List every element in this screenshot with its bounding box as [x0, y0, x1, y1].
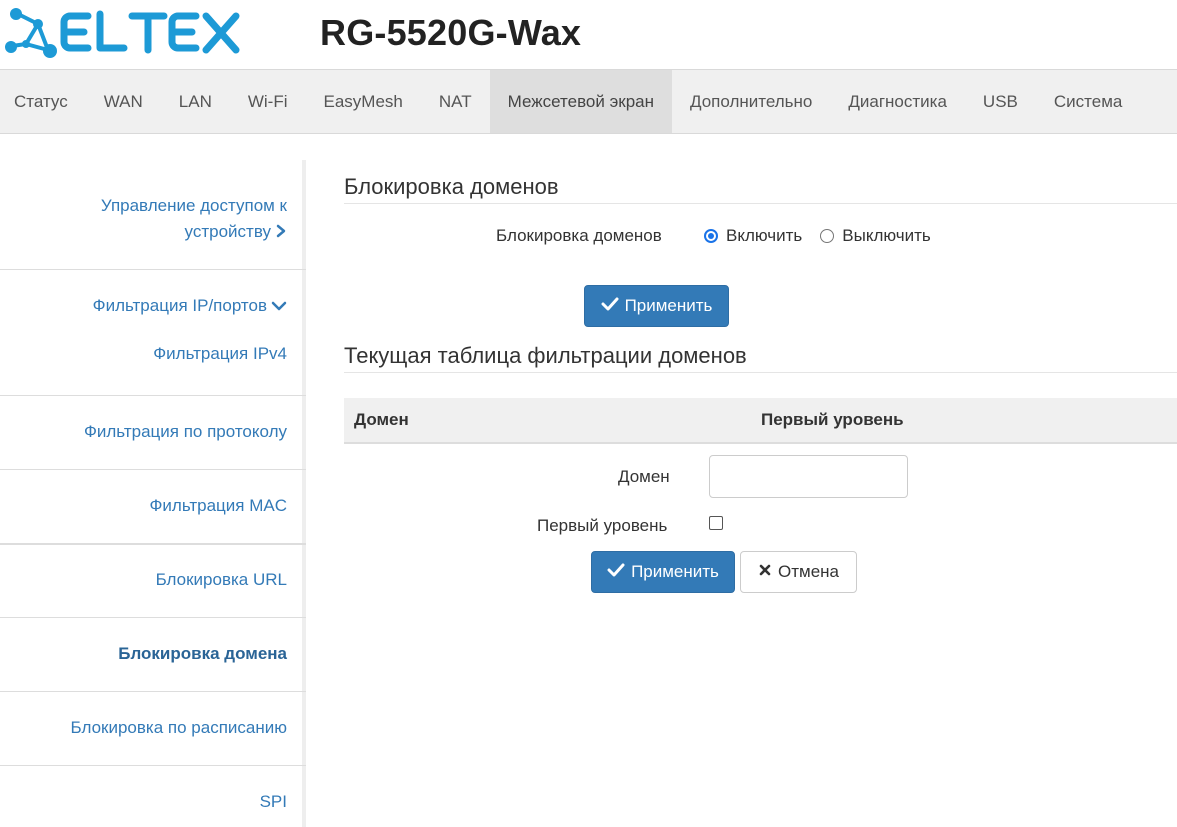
nav-wifi[interactable]: Wi-Fi — [230, 70, 306, 133]
nav-status[interactable]: Статус — [0, 70, 86, 133]
cancel-button[interactable]: Отмена — [740, 551, 857, 593]
apply-button-domain-block[interactable]: Применить — [584, 285, 729, 327]
sidebar-item-domain-block[interactable]: Блокировка домена — [0, 618, 306, 692]
sidebar-item-schedule-block[interactable]: Блокировка по расписанию — [0, 692, 306, 766]
domain-field-label: Домен — [618, 467, 670, 486]
section-title-domain-table: Текущая таблица фильтрации доменов — [344, 343, 747, 368]
sidebar-item-ip-port-filter[interactable]: Фильтрация IP/портов — [0, 296, 287, 317]
sidebar: Управление доступом к устройству Фильтра… — [0, 160, 306, 827]
nav-nat[interactable]: NAT — [421, 70, 490, 133]
nav-lan[interactable]: LAN — [161, 70, 230, 133]
sidebar-item-mac-filter[interactable]: Фильтрация MAC — [0, 470, 306, 544]
chevron-down-icon — [271, 297, 287, 317]
radio-group-domain-block: Включить Выключить — [704, 226, 931, 246]
close-icon — [758, 562, 772, 582]
nav-easymesh[interactable]: EasyMesh — [306, 70, 421, 133]
first-level-checkbox[interactable] — [709, 516, 723, 530]
radio-enable-label[interactable]: Включить — [726, 226, 802, 246]
apply-button-label: Применить — [624, 296, 713, 315]
sidebar-item-label: SPI — [259, 792, 287, 811]
check-icon — [601, 296, 619, 316]
sidebar-item-label: Блокировка по расписанию — [70, 718, 287, 737]
device-model-title: RG-5520G-Wax — [320, 12, 582, 53]
nav-firewall[interactable]: Межсетевой экран — [489, 70, 672, 133]
sidebar-group-ip-port-filter: Фильтрация IP/портов Фильтрация IPv4 — [0, 270, 306, 396]
sidebar-item-spi[interactable]: SPI — [0, 766, 306, 827]
domain-table-header: Домен Первый уровень — [344, 398, 1177, 444]
chevron-right-icon — [275, 223, 287, 243]
radio-disable[interactable] — [820, 229, 835, 243]
apply-button-domain-table[interactable]: Применить — [591, 551, 735, 593]
sidebar-item-label: Блокировка URL — [155, 570, 287, 589]
nav-system[interactable]: Система — [1036, 70, 1140, 133]
nav-usb[interactable]: USB — [965, 70, 1036, 133]
sidebar-item-device-access[interactable]: Управление доступом к устройству — [0, 160, 306, 270]
section-title-domain-block: Блокировка доменов — [344, 174, 559, 199]
sidebar-item-label: устройству — [184, 222, 271, 241]
header: RG-5520G-Wax — [0, 0, 1177, 70]
radio-enable[interactable] — [704, 229, 718, 243]
nav-advanced[interactable]: Дополнительно — [672, 70, 830, 133]
sidebar-item-label: Фильтрация MAC — [149, 496, 287, 515]
column-header-first-level: Первый уровень — [761, 410, 904, 429]
nav-diagnostics[interactable]: Диагностика — [830, 70, 965, 133]
domain-block-label: Блокировка доменов — [496, 226, 662, 245]
eltex-logo[interactable] — [4, 6, 244, 58]
radio-disable-label[interactable]: Выключить — [842, 226, 930, 246]
divider — [344, 203, 1177, 204]
column-header-domain: Домен — [354, 410, 409, 429]
sidebar-item-protocol-filter[interactable]: Фильтрация по протоколу — [0, 396, 306, 470]
sidebar-item-label: Фильтрация по протоколу — [83, 422, 287, 441]
sidebar-item-url-block[interactable]: Блокировка URL — [0, 544, 306, 618]
cancel-button-label: Отмена — [778, 562, 839, 581]
sidebar-item-ipv4-filter[interactable]: Фильтрация IPv4 — [0, 344, 287, 364]
top-nav: Статус WAN LAN Wi-Fi EasyMesh NAT Межсет… — [0, 69, 1177, 134]
sidebar-item-label: Управление доступом к — [100, 196, 287, 215]
apply-button-label: Применить — [631, 562, 719, 581]
sidebar-item-label: Фильтрация IP/портов — [92, 296, 267, 315]
first-level-label: Первый уровень — [537, 516, 668, 535]
nav-wan[interactable]: WAN — [86, 70, 161, 133]
divider — [344, 372, 1177, 373]
check-icon — [607, 562, 625, 582]
sidebar-item-label: Блокировка домена — [118, 644, 287, 663]
domain-input[interactable] — [709, 455, 908, 498]
